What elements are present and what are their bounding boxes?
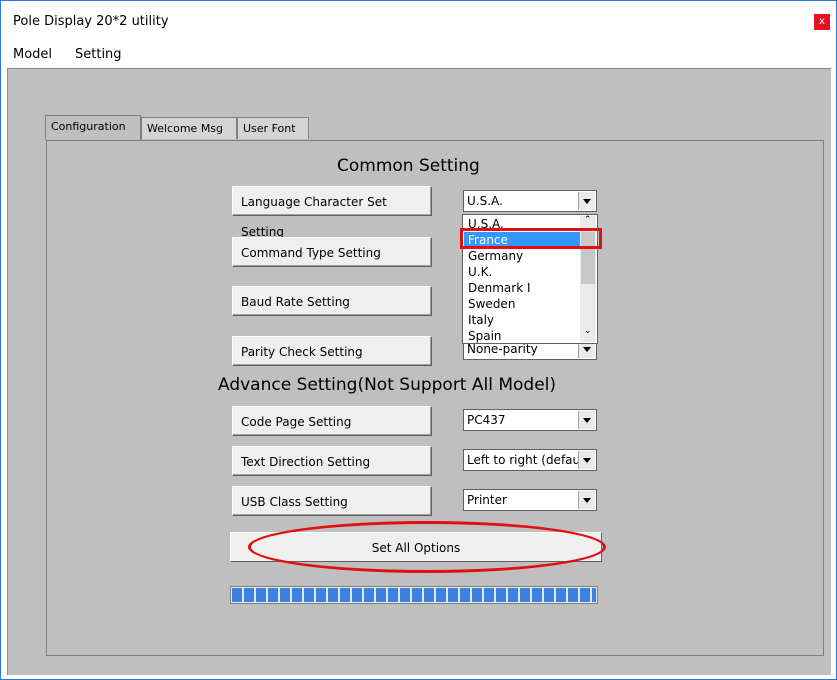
text-direction-select[interactable]: Left to right (defau xyxy=(463,449,597,471)
baud-rate-button[interactable]: Baud Rate Setting xyxy=(232,286,432,316)
set-all-options-button[interactable]: Set All Options xyxy=(230,532,602,562)
chevron-down-icon[interactable] xyxy=(578,451,595,469)
dropdown-scrollbar[interactable]: ⌃ ⌄ xyxy=(580,215,596,342)
code-page-value: PC437 xyxy=(467,413,506,427)
dropdown-item-denmark[interactable]: Denmark I xyxy=(464,280,581,296)
language-charset-button[interactable]: Language Character Set Setting xyxy=(232,186,432,239)
language-dropdown-list[interactable]: U.S.A. France Germany U.K. Denmark I Swe… xyxy=(462,214,598,344)
dropdown-item-uk[interactable]: U.K. xyxy=(464,264,581,280)
text-direction-value: Left to right (defau xyxy=(467,453,581,467)
chevron-down-icon[interactable] xyxy=(578,192,595,210)
dropdown-item-germany[interactable]: Germany xyxy=(464,248,581,264)
title-bar: Pole Display 20*2 utility x xyxy=(1,1,836,39)
dropdown-item-sweden[interactable]: Sweden xyxy=(464,296,581,312)
tab-configuration[interactable]: Configuration xyxy=(45,115,141,140)
menu-setting[interactable]: Setting xyxy=(75,47,122,62)
tab-welcome-msg[interactable]: Welcome Msg xyxy=(141,117,237,139)
dropdown-item-france[interactable]: France xyxy=(464,232,581,248)
common-setting-heading: Common Setting xyxy=(337,156,480,176)
usb-class-value: Printer xyxy=(467,493,507,507)
close-button[interactable]: x xyxy=(814,14,830,30)
language-charset-value: U.S.A. xyxy=(467,194,503,208)
text-direction-button[interactable]: Text Direction Setting xyxy=(232,446,432,476)
command-type-button[interactable]: Command Type Setting xyxy=(232,237,432,267)
language-charset-select[interactable]: U.S.A. xyxy=(463,190,597,212)
configuration-panel xyxy=(46,140,824,656)
code-page-select[interactable]: PC437 xyxy=(463,409,597,431)
dropdown-item-usa[interactable]: U.S.A. xyxy=(464,216,581,232)
scrollbar-thumb[interactable] xyxy=(581,232,595,284)
scroll-up-icon[interactable]: ⌃ xyxy=(584,215,592,225)
window-title: Pole Display 20*2 utility xyxy=(13,14,169,29)
menu-bar: Model Setting xyxy=(1,39,836,67)
dropdown-item-italy[interactable]: Italy xyxy=(464,312,581,328)
chevron-down-icon[interactable] xyxy=(578,491,595,509)
usb-class-select[interactable]: Printer xyxy=(463,489,597,511)
code-page-button[interactable]: Code Page Setting xyxy=(232,406,432,436)
menu-model[interactable]: Model xyxy=(13,47,52,62)
usb-class-button[interactable]: USB Class Setting xyxy=(232,486,432,516)
advance-setting-heading: Advance Setting(Not Support All Model) xyxy=(218,375,557,395)
dropdown-item-spain[interactable]: Spain xyxy=(464,328,581,344)
tab-user-font[interactable]: User Font xyxy=(237,117,309,139)
chevron-down-icon[interactable] xyxy=(578,411,595,429)
parity-check-button[interactable]: Parity Check Setting xyxy=(232,336,432,366)
scroll-down-icon[interactable]: ⌄ xyxy=(584,326,592,336)
progress-fill xyxy=(232,588,596,602)
parity-value: None-parity xyxy=(467,342,538,356)
progress-bar xyxy=(230,586,598,604)
